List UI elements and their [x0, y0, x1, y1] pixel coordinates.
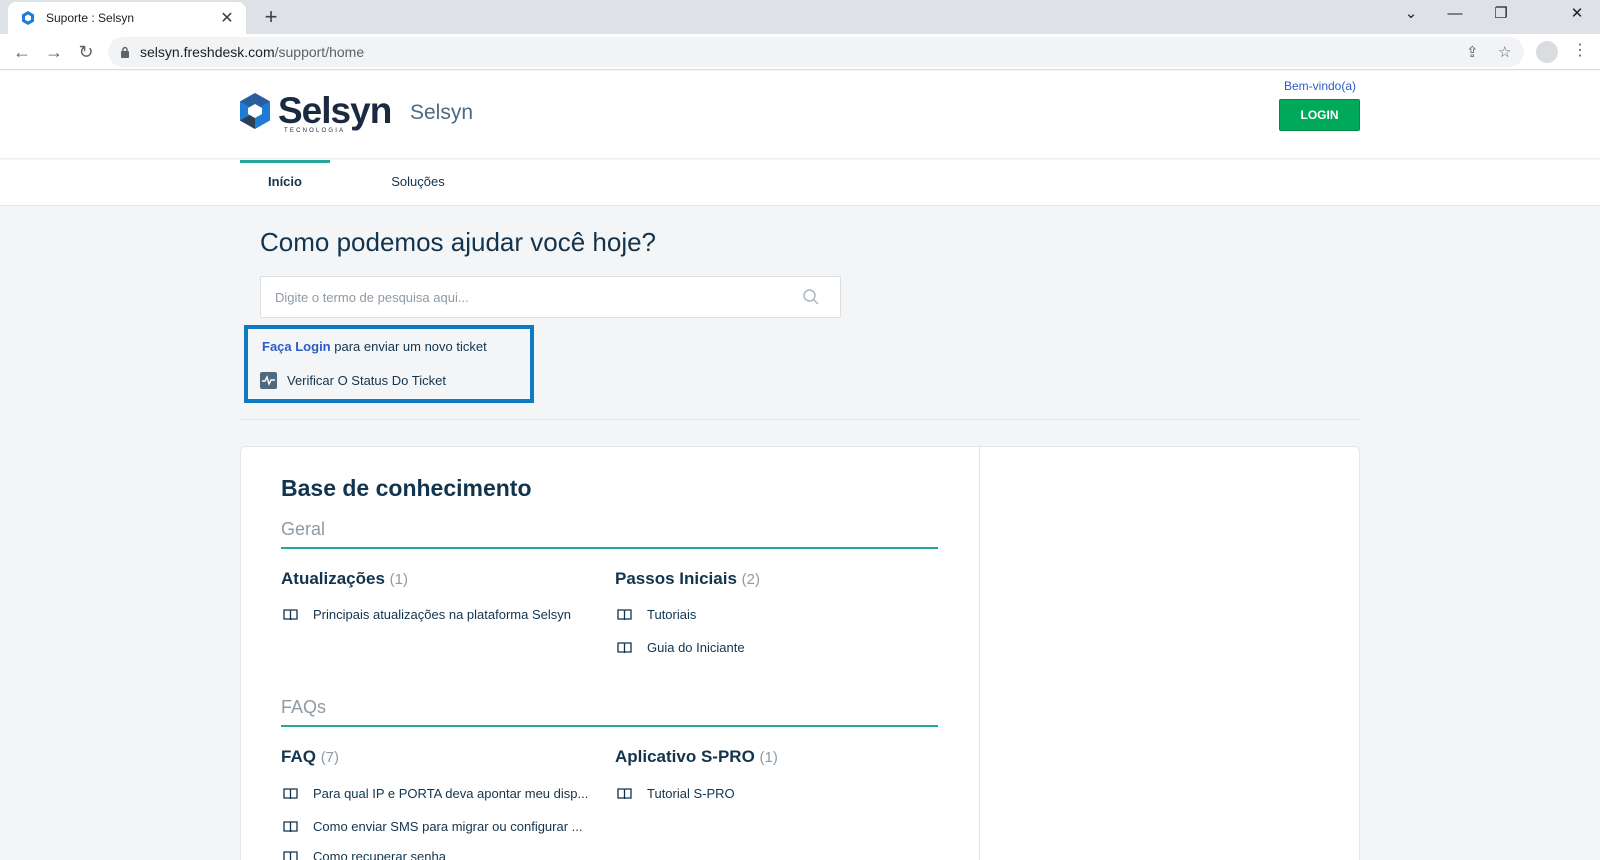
share-icon[interactable]: ⇪	[1466, 43, 1479, 61]
forward-icon[interactable]: →	[40, 38, 68, 66]
activity-pulse-icon	[260, 372, 277, 389]
article-link[interactable]: Como recuperar senha	[283, 849, 446, 860]
tab-inicio[interactable]: Início	[240, 160, 330, 205]
close-tab-icon[interactable]: ✕	[218, 8, 236, 28]
tab-search-icon[interactable]: ⌄	[1388, 0, 1434, 30]
folder-name: Passos Iniciais	[615, 569, 737, 588]
book-icon	[617, 608, 632, 620]
browser-menu-icon[interactable]: ⋮	[1572, 40, 1588, 60]
browser-tabstrip: Suporte : Selsyn ✕ + ⌄ — ❐ ✕	[0, 0, 1600, 34]
logo-wordmark: Selsyn TECNOLOGIA	[278, 90, 392, 135]
article-title: Principais atualizações na plataforma Se…	[313, 607, 571, 622]
login-link[interactable]: Faça Login	[262, 339, 331, 354]
search-box	[260, 276, 841, 318]
article-title: Para qual IP e PORTA deva apontar meu di…	[313, 786, 589, 801]
article-link[interactable]: Guia do Iniciante	[617, 640, 745, 655]
new-tab-icon[interactable]: +	[258, 4, 284, 30]
book-icon	[283, 608, 298, 620]
folder-count: (1)	[759, 749, 778, 766]
tab-solucoes[interactable]: Soluções	[370, 160, 466, 205]
article-title: Como recuperar senha	[313, 849, 446, 860]
page-title: Como podemos ajudar você hoje?	[260, 227, 657, 257]
article-link[interactable]: Principais atualizações na plataforma Se…	[283, 607, 571, 622]
knowledge-base-card: Base de conhecimento Geral Atualizações …	[240, 446, 1360, 860]
category-title-geral[interactable]: Geral	[281, 519, 325, 540]
book-icon	[617, 641, 632, 653]
search-icon[interactable]	[802, 288, 820, 306]
article-title: Tutoriais	[647, 607, 697, 622]
reload-icon[interactable]: ↻	[72, 38, 100, 66]
kb-title: Base de conhecimento	[281, 475, 532, 501]
folder-count: (2)	[741, 571, 760, 588]
folder-faq[interactable]: FAQ (7)	[281, 747, 339, 767]
minimize-icon[interactable]: —	[1432, 0, 1478, 30]
section-divider	[240, 419, 1360, 420]
restore-icon[interactable]: ❐	[1478, 0, 1524, 30]
folder-passos-iniciais[interactable]: Passos Iniciais (2)	[615, 569, 760, 589]
url-text: selsyn.freshdesk.com/support/home	[140, 44, 365, 60]
browser-tab[interactable]: Suporte : Selsyn ✕	[8, 2, 246, 34]
book-icon	[283, 850, 298, 860]
category-title-faqs[interactable]: FAQs	[281, 697, 326, 718]
welcome-text: Bem-vindo(a)	[1283, 79, 1357, 93]
article-title: Tutorial S-PRO	[647, 786, 735, 801]
tab-title: Suporte : Selsyn	[46, 11, 135, 25]
article-link[interactable]: Tutorial S-PRO	[617, 786, 735, 801]
brand-name: Selsyn	[410, 101, 474, 124]
lock-icon	[121, 46, 129, 58]
kb-sidebar-divider	[979, 447, 980, 860]
article-link[interactable]: Para qual IP e PORTA deva apontar meu di…	[283, 786, 588, 801]
logo-sub: TECNOLOGIA	[284, 128, 346, 134]
highlight-box	[244, 325, 534, 403]
site-header: Selsyn TECNOLOGIA Selsyn Bem-vindo(a) LO…	[0, 71, 1600, 159]
folder-name: FAQ	[281, 747, 316, 766]
check-ticket-status-label: Verificar O Status Do Ticket	[287, 373, 446, 388]
category-underline	[281, 547, 938, 549]
search-input[interactable]	[275, 289, 802, 305]
selsyn-logo-mark-icon	[240, 93, 270, 129]
browser-toolbar: ← → ↻ selsyn.freshdesk.com/support/home …	[0, 34, 1600, 70]
book-icon	[617, 787, 632, 799]
book-icon	[283, 820, 298, 832]
folder-name: Atualizações	[281, 569, 385, 588]
back-icon[interactable]: ←	[8, 38, 36, 66]
close-window-icon[interactable]: ✕	[1554, 0, 1600, 30]
book-icon	[283, 787, 298, 799]
selsyn-favicon-icon	[22, 11, 34, 25]
article-title: Como enviar SMS para migrar ou configura…	[313, 819, 583, 834]
profile-avatar-icon[interactable]	[1536, 41, 1558, 63]
category-underline	[281, 725, 938, 727]
selsyn-logo[interactable]: Selsyn TECNOLOGIA	[238, 89, 392, 135]
login-button[interactable]: LOGIN	[1279, 99, 1360, 131]
article-link[interactable]: Como enviar SMS para migrar ou configura…	[283, 819, 583, 834]
article-link[interactable]: Tutoriais	[617, 607, 696, 622]
login-prompt: Faça Login para enviar um novo ticket	[262, 339, 487, 354]
folder-atualizacoes[interactable]: Atualizações (1)	[281, 569, 408, 589]
folder-count: (7)	[320, 749, 340, 766]
folder-count: (1)	[389, 571, 409, 588]
login-prompt-text: para enviar um novo ticket	[334, 339, 487, 354]
article-title: Guia do Iniciante	[647, 640, 745, 655]
bookmark-star-icon[interactable]: ☆	[1498, 43, 1511, 61]
folder-name: Aplicativo S-PRO	[615, 747, 755, 766]
logo-word: Selsyn	[278, 90, 392, 131]
check-ticket-status-link[interactable]: Verificar O Status Do Ticket	[260, 372, 446, 389]
address-bar[interactable]: selsyn.freshdesk.com/support/home ⇪ ☆	[108, 37, 1524, 67]
site-nav: Início Soluções	[0, 160, 1600, 206]
folder-aplicativo-s-pro[interactable]: Aplicativo S-PRO (1)	[615, 747, 778, 767]
